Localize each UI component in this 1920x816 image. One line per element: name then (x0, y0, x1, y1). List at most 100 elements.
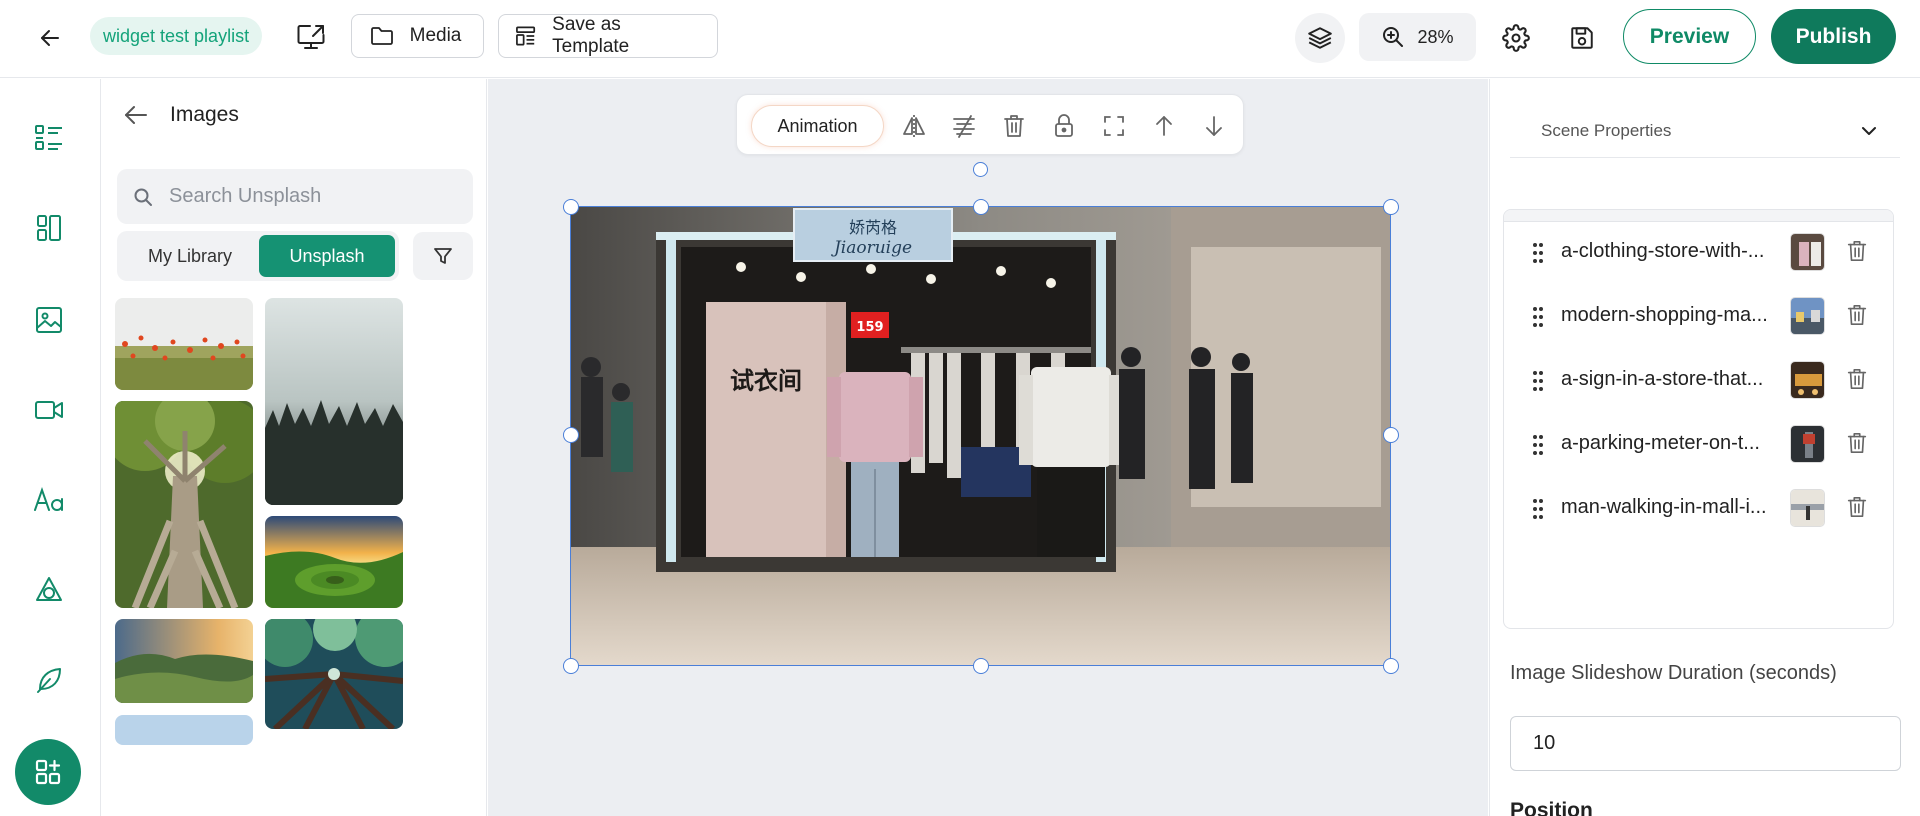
flip-button[interactable] (899, 111, 929, 141)
resize-handle-top-left[interactable] (563, 199, 579, 215)
drag-handle-icon[interactable] (1530, 368, 1546, 394)
delete-image-button[interactable] (1842, 364, 1872, 394)
resize-handle-bottom[interactable] (973, 658, 989, 674)
image-name: man-walking-in-mall-i... (1561, 496, 1767, 518)
top-bar: widget test playlist Media Save as Templ… (0, 0, 1920, 78)
publish-button[interactable]: Publish (1771, 9, 1896, 64)
send-backward-button[interactable] (1199, 111, 1229, 141)
leaf-icon (37, 668, 61, 693)
rail-item-text[interactable] (28, 479, 70, 521)
rotate-handle[interactable] (973, 162, 988, 177)
rail-item-widgets[interactable] (28, 659, 70, 701)
animation-button[interactable]: Animation (751, 105, 884, 147)
lock-icon (1055, 114, 1073, 137)
image-thumbnail[interactable] (115, 619, 253, 703)
list-item[interactable]: a-parking-meter-on-t... (1504, 414, 1893, 474)
image-preview (1790, 361, 1825, 399)
delete-element-button[interactable] (999, 111, 1029, 141)
fullscreen-icon (1104, 116, 1124, 136)
image-name: a-parking-meter-on-t... (1561, 432, 1760, 454)
drag-handle-icon[interactable] (1530, 432, 1546, 458)
mountain-sunset-image (115, 619, 253, 703)
trash-icon (1847, 369, 1867, 389)
template-icon (516, 26, 536, 46)
fullscreen-button[interactable] (1099, 111, 1129, 141)
scene-properties-title: Scene Properties (1541, 120, 1672, 140)
list-item[interactable]: a-clothing-store-with-... (1504, 222, 1893, 282)
folder-icon (370, 27, 393, 45)
bring-forward-button[interactable] (1149, 111, 1179, 141)
images-panel: Images My Library Unsplash (102, 79, 487, 816)
canvas-area: Animation 试衣间 娇芮格 Jiaoruige 159 (488, 79, 1488, 816)
scene-properties-header[interactable]: Scene Properties (1510, 104, 1900, 158)
search-input[interactable] (169, 185, 449, 208)
arrow-down-icon (1206, 116, 1222, 136)
image-thumbnail[interactable] (265, 619, 403, 729)
list-item[interactable]: modern-shopping-ma... (1504, 286, 1893, 346)
rail-item-shapes[interactable] (28, 569, 70, 611)
drag-handle-icon[interactable] (1530, 240, 1546, 266)
drag-handle-icon[interactable] (1530, 304, 1546, 330)
rail-item-playlist[interactable] (28, 117, 70, 159)
lock-button[interactable] (1049, 111, 1079, 141)
zoom-control[interactable]: 28% (1359, 13, 1476, 61)
settings-button[interactable] (1492, 14, 1540, 62)
chevron-down-icon (1862, 126, 1876, 135)
search-box[interactable] (117, 169, 473, 224)
flip-horizontal-icon (903, 115, 925, 137)
save-as-template-button[interactable]: Save as Template (498, 14, 718, 58)
trash-icon (1847, 433, 1867, 453)
rail-item-layouts[interactable] (28, 207, 70, 249)
image-preview (1790, 297, 1825, 335)
tab-unsplash[interactable]: Unsplash (259, 235, 395, 277)
align-button[interactable] (949, 111, 979, 141)
layout-icon (37, 215, 61, 241)
zoom-in-icon (1383, 27, 1404, 47)
resize-handle-right[interactable] (1383, 427, 1399, 443)
image-thumbnail[interactable] (115, 401, 253, 608)
save-button[interactable] (1558, 14, 1606, 62)
rail-item-images[interactable] (28, 299, 70, 341)
panel-back-button[interactable] (119, 98, 153, 132)
list-item[interactable]: a-sign-in-a-store-that... (1504, 350, 1893, 410)
filter-button[interactable] (413, 232, 473, 280)
trash-icon (1847, 305, 1867, 325)
resize-handle-top[interactable] (973, 199, 989, 215)
arrow-left-icon (41, 30, 59, 46)
delete-image-button[interactable] (1842, 236, 1872, 266)
image-preview (1790, 233, 1825, 271)
duration-label: Image Slideshow Duration (seconds) (1510, 662, 1837, 684)
resize-handle-bottom-right[interactable] (1383, 658, 1399, 674)
playlist-name-chip[interactable]: widget test playlist (90, 17, 263, 55)
text-icon (34, 486, 63, 511)
preview-button[interactable]: Preview (1623, 9, 1756, 64)
image-thumbnail[interactable] (115, 715, 253, 745)
apps-button[interactable] (15, 739, 81, 805)
rail-item-videos[interactable] (28, 389, 70, 431)
delete-image-button[interactable] (1842, 300, 1872, 330)
list-scroll-edge (1504, 210, 1893, 222)
resize-handle-top-right[interactable] (1383, 199, 1399, 215)
tab-my-library[interactable]: My Library (121, 235, 259, 277)
image-icon (36, 307, 62, 333)
trash-icon (1004, 115, 1024, 137)
layers-button[interactable] (1295, 13, 1345, 63)
resize-handle-left[interactable] (563, 427, 579, 443)
image-thumbnail[interactable] (115, 298, 253, 390)
list-item[interactable]: man-walking-in-mall-i... (1504, 478, 1893, 538)
panel-title: Images (170, 103, 239, 126)
media-button[interactable]: Media (351, 14, 484, 58)
image-thumbnail[interactable] (265, 516, 403, 608)
drag-handle-icon[interactable] (1530, 496, 1546, 522)
resize-handle-bottom-left[interactable] (563, 658, 579, 674)
back-button[interactable] (26, 16, 74, 60)
apps-icon (35, 759, 61, 785)
duration-input[interactable] (1510, 716, 1901, 771)
delete-image-button[interactable] (1842, 492, 1872, 522)
green-valley-image (265, 516, 403, 608)
image-thumbnail[interactable] (265, 298, 403, 505)
present-button[interactable] (288, 14, 334, 60)
shapes-icon (36, 577, 62, 601)
delete-image-button[interactable] (1842, 428, 1872, 458)
trash-icon (1847, 241, 1867, 261)
